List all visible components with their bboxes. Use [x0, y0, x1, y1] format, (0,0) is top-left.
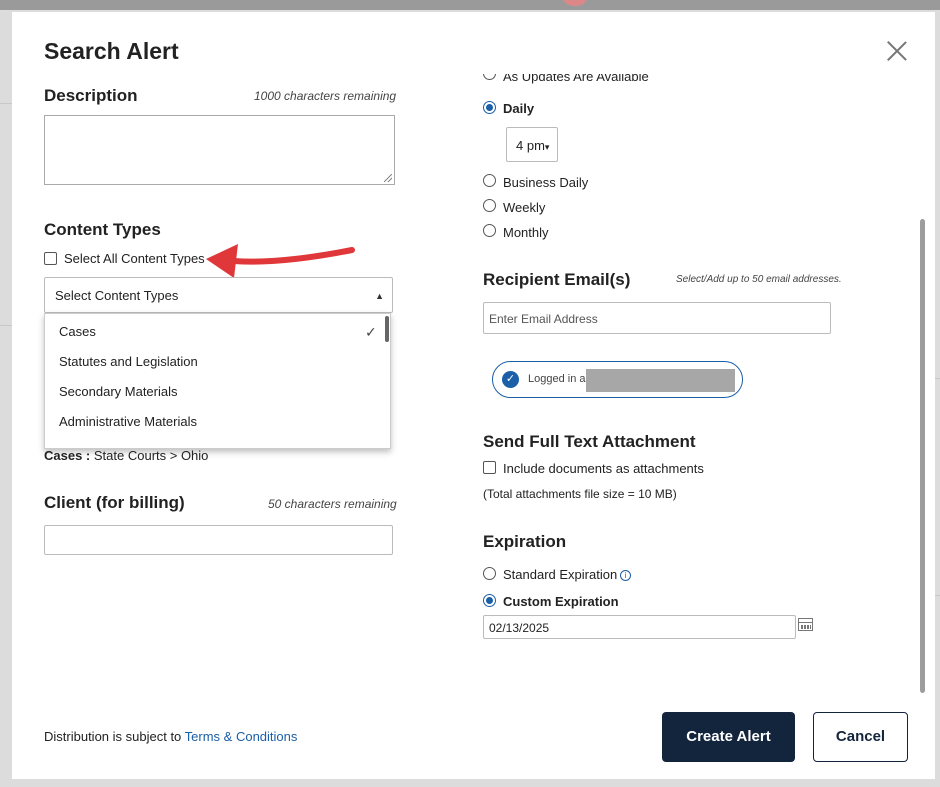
close-icon[interactable]	[882, 36, 912, 66]
client-input[interactable]	[44, 525, 393, 555]
client-remaining: 50 characters remaining	[268, 497, 397, 511]
recipients-hint: Select/Add up to 50 email addresses.	[676, 274, 842, 285]
attachment-heading: Send Full Text Attachment	[483, 432, 696, 451]
terms-text: Distribution is subject to	[44, 729, 182, 744]
redacted-email	[586, 369, 735, 392]
terms-link[interactable]: Terms & Conditions	[185, 729, 298, 744]
description-textarea[interactable]	[44, 115, 395, 185]
check-icon: ✓	[502, 371, 519, 388]
standard-expiration-radio[interactable]	[483, 567, 496, 580]
expiration-date-input[interactable]: 02/13/2025	[483, 615, 796, 639]
frequency-radio-as-updates[interactable]	[483, 74, 496, 80]
frequency-label-as-updates[interactable]: As Updates Are Available	[503, 74, 649, 84]
include-documents-label[interactable]: Include documents as attachments	[503, 461, 704, 476]
standard-expiration-label: Standard Expiration	[503, 567, 618, 582]
chevron-down-icon: ▾	[544, 142, 550, 152]
frequency-option-clipped: As Updates Are Available	[483, 74, 683, 86]
content-type-selection: Cases : State Courts > Ohio	[44, 448, 208, 463]
create-alert-button[interactable]: Create Alert	[662, 712, 795, 762]
content-type-option-secondary[interactable]: Secondary Materials	[59, 384, 178, 399]
search-alert-modal: Search Alert Description 1000 characters…	[12, 12, 935, 779]
annotation-arrow-icon	[206, 244, 355, 278]
expiration-heading: Expiration	[483, 532, 567, 551]
frequency-label-daily[interactable]: Daily	[503, 101, 534, 116]
frequency-radio-daily[interactable]	[483, 101, 496, 114]
email-placeholder: Enter Email Address	[489, 312, 598, 326]
content-types-dropdown: Cases ✓ Statutes and Legislation Seconda…	[44, 313, 391, 449]
calendar-icon[interactable]	[798, 618, 813, 631]
info-icon[interactable]: i	[620, 570, 632, 581]
select-all-content-types-label[interactable]: Select All Content Types	[64, 251, 205, 266]
standard-expiration[interactable]: Standard Expiration i	[503, 567, 632, 582]
content-type-option-cases[interactable]: Cases	[59, 324, 96, 339]
client-heading: Client (for billing)	[44, 493, 185, 512]
logged-in-chip[interactable]: ✓ Logged in as	[492, 361, 743, 398]
background-top-bar	[0, 0, 940, 10]
logged-in-label: Logged in as	[528, 373, 591, 385]
frequency-radio-weekly[interactable]	[483, 199, 496, 212]
custom-expiration-label[interactable]: Custom Expiration	[503, 594, 619, 609]
content-type-option-administrative[interactable]: Administrative Materials	[59, 414, 197, 429]
frequency-radio-monthly[interactable]	[483, 224, 496, 237]
time-value: 4 pm	[516, 138, 545, 153]
custom-expiration-radio[interactable]	[483, 594, 496, 607]
chevron-up-icon: ▲	[375, 291, 384, 301]
selection-value: State Courts > Ohio	[93, 448, 209, 463]
resize-grip-icon[interactable]	[384, 174, 392, 182]
modal-scrollbar[interactable]	[920, 219, 925, 693]
content-type-option-statutes[interactable]: Statutes and Legislation	[59, 354, 198, 369]
frequency-label-business-daily[interactable]: Business Daily	[503, 175, 588, 190]
content-types-heading: Content Types	[44, 220, 161, 239]
attachment-size-note: (Total attachments file size = 10 MB)	[483, 487, 677, 501]
selection-key: Cases :	[44, 448, 91, 463]
time-select-value: 4 pm▾	[516, 138, 549, 153]
background-divider	[0, 103, 12, 104]
description-heading: Description	[44, 86, 138, 105]
background-divider	[935, 595, 940, 596]
dropdown-scrollbar[interactable]	[385, 316, 389, 342]
description-remaining: 1000 characters remaining	[254, 89, 397, 103]
select-all-content-types-checkbox[interactable]	[44, 252, 57, 265]
frequency-label-monthly[interactable]: Monthly	[503, 225, 549, 240]
cancel-button[interactable]: Cancel	[813, 712, 908, 762]
recipient-email-input[interactable]: Enter Email Address	[483, 302, 831, 334]
recipients-heading: Recipient Email(s)	[483, 270, 631, 289]
time-select[interactable]: 4 pm▾	[506, 127, 558, 162]
modal-title: Search Alert	[44, 38, 179, 64]
terms-notice: Distribution is subject to Terms & Condi…	[44, 729, 297, 744]
frequency-label-weekly[interactable]: Weekly	[503, 200, 545, 215]
content-types-select-value: Select Content Types	[55, 288, 179, 303]
frequency-radio-business-daily[interactable]	[483, 174, 496, 187]
check-icon: ✓	[365, 324, 377, 340]
include-documents-checkbox[interactable]	[483, 461, 496, 474]
expiration-date-value: 02/13/2025	[489, 621, 550, 635]
content-types-select[interactable]: Select Content Types ▲	[44, 277, 393, 313]
background-divider	[0, 325, 12, 326]
background-divider	[935, 378, 940, 379]
